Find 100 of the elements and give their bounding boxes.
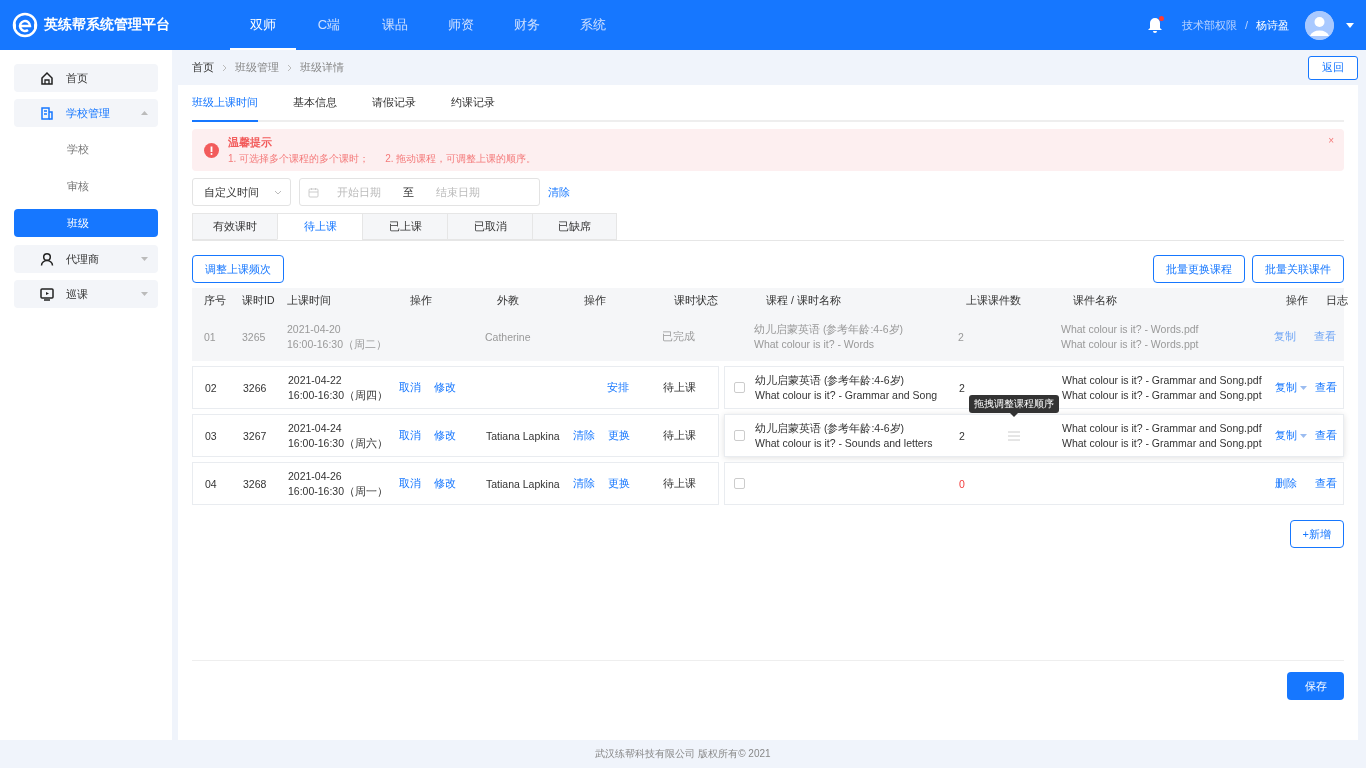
- table-cell-text: 3267: [243, 429, 268, 442]
- column-header: 外教: [496, 293, 520, 308]
- sidebar-item[interactable]: 首页: [14, 64, 158, 92]
- action-link[interactable]: 取消: [399, 428, 421, 443]
- action-link[interactable]: 取消: [399, 380, 421, 395]
- table-cell-text: 2021-04-20 16:00-16:30（周二）: [287, 322, 389, 352]
- table-cell-text: 幼儿启蒙英语 (参考年龄:4-6岁) What colour is it? - Words: [754, 322, 904, 352]
- column-header: 课程 / 课时名称: [765, 293, 842, 308]
- table-cell-text: 3265: [242, 331, 267, 343]
- table-cell-text: 3266: [243, 381, 268, 394]
- checkbox[interactable]: [734, 382, 745, 393]
- column-header: 序号: [203, 293, 227, 308]
- footer-text: 武汉练帮科技有限公司 版权所有© 2021: [594, 747, 772, 761]
- sidebar-item[interactable]: 代理商: [14, 245, 158, 273]
- table-cell-text: 0: [958, 477, 965, 490]
- table-cell-text: 01: [203, 331, 217, 343]
- action-link[interactable]: 取消: [399, 476, 421, 491]
- nav-tab[interactable]: 财务: [494, 0, 560, 50]
- column-header: 操作: [1285, 293, 1309, 308]
- status-tab[interactable]: 已取消: [447, 213, 532, 240]
- document-icon: [40, 105, 54, 121]
- log-link[interactable]: 查看: [1315, 380, 1345, 395]
- action-link[interactable]: 清除: [573, 428, 595, 443]
- action-link[interactable]: 复制: [1274, 330, 1314, 344]
- calendar-icon: [308, 186, 319, 198]
- nav-tab[interactable]: C端: [296, 0, 362, 50]
- logo-icon: [12, 12, 38, 38]
- table-cell-text: 02: [204, 381, 218, 394]
- checkbox[interactable]: [734, 430, 745, 441]
- add-button[interactable]: +新增: [1289, 520, 1344, 548]
- action-link[interactable]: 更换: [608, 476, 630, 491]
- date-range-field[interactable]: 开始日期 至 结束日期: [299, 178, 540, 206]
- table-cell-text: 幼儿启蒙英语 (参考年龄:4-6岁) What colour is it? - Sounds and letters: [755, 420, 934, 451]
- action-link[interactable]: 删除: [1275, 476, 1315, 491]
- table-cell-text: 3268: [243, 477, 268, 490]
- log-link[interactable]: 查看: [1315, 428, 1345, 443]
- table-cell-text: 已完成: [662, 330, 696, 344]
- table-cell-text: 2021-04-22 16:00-16:30（周四）: [288, 372, 390, 403]
- table-cell-text: What colour is it? - Grammar and Song.pdf What colour is it? - Grammar and Song.ppt: [1062, 372, 1263, 403]
- table-cell-text: Catherine: [485, 331, 532, 343]
- table-cell-text: 2: [958, 381, 965, 394]
- sidebar-item[interactable]: 巡课: [14, 280, 158, 308]
- close-button[interactable]: ×: [1328, 135, 1334, 146]
- nav-tab[interactable]: 双师: [230, 0, 296, 50]
- save-button[interactable]: 保存: [1287, 672, 1344, 700]
- action-link[interactable]: 修改: [434, 380, 456, 395]
- checkbox[interactable]: [734, 478, 745, 489]
- breadcrumb-link[interactable]: 班级详情: [300, 60, 344, 75]
- back-button[interactable]: 返回: [1308, 55, 1358, 80]
- avatar-icon[interactable]: [1305, 10, 1334, 40]
- table-cell-text: What colour is it? - Grammar and Song.pdf What colour is it? - Grammar and Song.ppt: [1062, 420, 1263, 451]
- log-link[interactable]: 查看: [1314, 330, 1344, 344]
- person-icon: [40, 251, 54, 267]
- action-link[interactable]: 清除: [573, 476, 595, 491]
- table-cell-text: 幼儿启蒙英语 (参考年龄:4-6岁) What colour is it? - Grammar and Song: [755, 372, 939, 403]
- breadcrumb-link[interactable]: 首页: [192, 60, 214, 75]
- status-tab[interactable]: 已缺席: [532, 213, 617, 240]
- breadcrumb-link[interactable]: 班级管理: [235, 60, 279, 75]
- chevron-up-icon: [141, 111, 148, 115]
- warning-icon: [204, 142, 219, 158]
- caret-icon: [1346, 22, 1354, 28]
- action-link[interactable]: 复制: [1275, 428, 1315, 443]
- table-cell-text: 2021-04-26 16:00-16:30（周一）: [288, 468, 390, 499]
- drag-handle-icon[interactable]: [1008, 431, 1020, 441]
- caret-icon: [1300, 433, 1307, 438]
- user-name: 杨诗盈: [1256, 17, 1289, 33]
- user-role: 技术部权限: [1181, 17, 1237, 33]
- status-tab[interactable]: 已上课: [362, 213, 447, 240]
- table-cell-text: Tatiana Lapkina: [486, 477, 561, 490]
- status-tab[interactable]: 有效课时: [192, 213, 277, 240]
- nav-tab[interactable]: 系统: [560, 0, 626, 50]
- adjust-frequency-button[interactable]: 调整上课频次: [192, 255, 284, 283]
- column-header: 课时ID: [242, 293, 276, 308]
- table-cell-text: 2: [958, 429, 965, 442]
- range-select[interactable]: 自定义时间: [192, 178, 291, 206]
- batch-button[interactable]: 批量关联课件: [1252, 255, 1344, 283]
- clear-link[interactable]: 清除: [548, 184, 570, 200]
- tab[interactable]: 基本信息: [293, 85, 337, 120]
- action-link[interactable]: 复制: [1275, 380, 1315, 395]
- sidebar-subitem[interactable]: 学校: [14, 135, 158, 163]
- sidebar-item[interactable]: 学校管理: [14, 99, 158, 127]
- separator: /: [1244, 19, 1248, 31]
- tab[interactable]: 班级上课时间: [192, 85, 258, 122]
- batch-button[interactable]: 批量更换课程: [1153, 255, 1245, 283]
- chevron-down-icon: [141, 292, 148, 296]
- alert-text: 2. 拖动课程，可调整上课的顺序。: [385, 151, 537, 166]
- sidebar-subitem[interactable]: 班级: [14, 209, 158, 237]
- action-link[interactable]: 安排: [607, 380, 629, 395]
- nav-tab[interactable]: 课品: [362, 0, 428, 50]
- sidebar-subitem[interactable]: 审核: [14, 172, 158, 200]
- log-link[interactable]: 查看: [1315, 476, 1345, 491]
- action-link[interactable]: 更换: [608, 428, 630, 443]
- action-link[interactable]: 修改: [434, 476, 456, 491]
- action-link[interactable]: 修改: [434, 428, 456, 443]
- column-header: 操作: [583, 293, 607, 308]
- home-icon: [40, 70, 54, 86]
- status-tab[interactable]: 待上课: [277, 213, 362, 240]
- tab[interactable]: 请假记录: [372, 85, 416, 120]
- nav-tab[interactable]: 师资: [428, 0, 494, 50]
- tab[interactable]: 约课记录: [451, 85, 495, 120]
